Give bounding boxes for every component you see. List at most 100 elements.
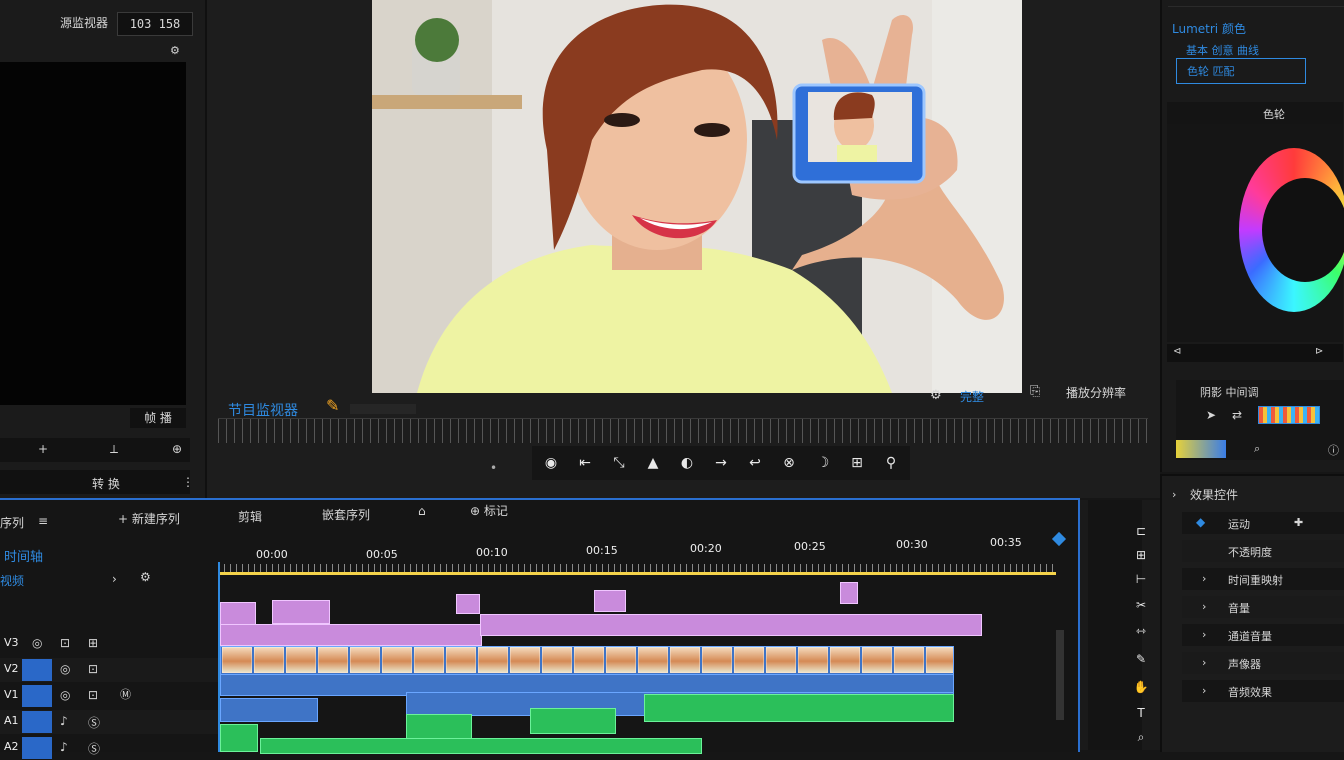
audio-waveform-clip[interactable] <box>220 724 258 752</box>
solo-icon[interactable]: Ⓢ <box>88 740 100 757</box>
color-wheels-header[interactable]: 色轮 <box>1167 102 1343 124</box>
solo-icon[interactable]: Ⓢ <box>88 714 100 731</box>
effect-row-volume[interactable]: › 音量 <box>1182 596 1344 618</box>
lumetri-row1[interactable]: 基本 创意 曲线 <box>1186 42 1259 58</box>
title-clip[interactable] <box>840 582 858 604</box>
timeline-tab-clip[interactable]: 剪辑 <box>238 508 262 525</box>
timeline-tab-marker[interactable]: ⊕ 标记 <box>470 502 508 519</box>
timeline-tab-sequence[interactable]: 序列 <box>0 514 24 531</box>
video-clip[interactable] <box>220 646 954 676</box>
track-header-v2[interactable]: V2 ◎ ⊡ <box>0 658 218 682</box>
audio-waveform-clip[interactable] <box>644 694 954 722</box>
keyframe-icon[interactable]: ◆ <box>1196 515 1205 529</box>
program-zoom-field[interactable] <box>350 404 416 414</box>
timeline-tab-new[interactable]: + 新建序列 <box>118 510 180 527</box>
swap-icon[interactable]: ⇄ <box>1232 408 1242 422</box>
timeline-ruler[interactable]: 00:00 00:05 00:10 00:15 00:20 00:25 00:3… <box>218 536 1054 572</box>
effect-row-motion[interactable]: ◆ 运动 ✚ <box>1182 512 1344 534</box>
arrow-icon[interactable]: ➤ <box>1206 408 1216 422</box>
wrench-icon[interactable]: ✎ <box>326 396 339 415</box>
lock-icon[interactable]: ⊡ <box>88 688 98 702</box>
selection-tool-icon[interactable]: ⊏ <box>1133 524 1149 540</box>
lock-icon[interactable]: ⊡ <box>60 636 70 650</box>
effect-controls-chevron[interactable]: › <box>1172 488 1176 501</box>
source-timecode[interactable]: 103 158 <box>117 12 193 36</box>
timeline-tab-nested[interactable]: 嵌套序列 <box>322 506 370 523</box>
audio-waveform-clip[interactable] <box>530 708 616 734</box>
scrub-mid-icon[interactable]: ⟂ <box>110 442 118 457</box>
effect-add-icon[interactable]: ✚ <box>1294 516 1303 529</box>
loop-button[interactable]: ☽ <box>810 451 836 475</box>
mic-icon[interactable]: ♪ <box>60 714 68 728</box>
audio-waveform-clip[interactable] <box>260 738 702 754</box>
source-footer-label2[interactable]: 转 换 <box>92 475 120 492</box>
graphics-clip[interactable] <box>220 624 482 646</box>
end-marker[interactable] <box>1051 531 1067 547</box>
effect-row-time[interactable]: › 时间重映射 <box>1182 568 1344 590</box>
timeline-scrollbar[interactable] <box>1056 630 1064 720</box>
hand-tool-icon[interactable]: ✋ <box>1133 680 1149 696</box>
timeline-tab-sequence-icon[interactable]: ≡ <box>38 514 48 528</box>
source-scrub-bar[interactable]: + ⟂ ⊕ <box>0 438 190 462</box>
safe-margins-button[interactable]: ⊞ <box>844 451 870 475</box>
effect-row-chevron[interactable]: › <box>1202 572 1206 585</box>
eye-icon[interactable]: ◎ <box>32 636 42 650</box>
effect-row-audio[interactable]: › 音频效果 <box>1182 680 1344 702</box>
zoom-tool-icon[interactable]: ⌕ <box>1133 730 1149 746</box>
extract-button[interactable]: ◐ <box>674 451 700 475</box>
info-icon[interactable]: ⓘ <box>1328 442 1339 458</box>
track-header-a2[interactable]: A2 ♪ Ⓢ <box>0 736 218 760</box>
source-more-icon[interactable]: ⋮ <box>182 475 194 489</box>
title-clip[interactable] <box>220 602 256 626</box>
export-button[interactable]: ⊗ <box>776 451 802 475</box>
step-back-button[interactable]: ⤡ <box>606 451 632 475</box>
marker-button[interactable]: ⚲ <box>878 451 904 475</box>
effect-row-chevron[interactable]: › <box>1202 600 1206 613</box>
track-header-a1[interactable]: A1 ♪ Ⓢ <box>0 710 218 734</box>
source-footer-label[interactable]: 帧 播 <box>130 408 186 428</box>
razor-tool-icon[interactable]: ✂ <box>1133 598 1149 614</box>
color-strip[interactable] <box>1258 406 1320 424</box>
track-chevron-icon[interactable]: › <box>112 572 117 586</box>
source-settings-icon[interactable]: ⚙ <box>170 44 180 57</box>
lock-icon[interactable]: ⊡ <box>88 662 98 676</box>
scrub-left-icon[interactable]: + <box>38 442 48 456</box>
lumetri-tabs[interactable]: 色轮 匹配 <box>1176 58 1306 84</box>
step-forward-button[interactable]: ↩ <box>742 451 768 475</box>
title-clip[interactable] <box>594 590 626 612</box>
target-toggle[interactable] <box>22 711 52 733</box>
audio-clip[interactable] <box>220 698 318 722</box>
track-select-icon[interactable]: ⊞ <box>1133 548 1149 564</box>
target-toggle[interactable] <box>22 659 52 681</box>
effect-row-opacity[interactable]: 不透明度 <box>1182 540 1344 562</box>
play-button[interactable]: → <box>708 451 734 475</box>
track-header-v1[interactable]: V1 ◎ ⊡ Ⓜ <box>0 684 218 708</box>
effect-row-chevron[interactable]: › <box>1202 684 1206 697</box>
target-toggle[interactable] <box>22 685 52 707</box>
ripple-tool-icon[interactable]: ⊢ <box>1133 572 1149 588</box>
eye-icon[interactable]: ◎ <box>60 662 70 676</box>
color-slider[interactable]: ⊲ ⊳ <box>1167 344 1343 362</box>
mark-in-button[interactable]: ◉ <box>538 451 564 475</box>
settings-icon[interactable]: ⚙ <box>930 388 942 403</box>
effect-row-channel[interactable]: › 通道音量 <box>1182 624 1344 646</box>
export-frame-icon[interactable]: ⎘ <box>1030 384 1040 399</box>
title-clip[interactable] <box>272 600 330 624</box>
eyedropper-icon[interactable]: ⌕ <box>1254 442 1260 456</box>
track-settings-icon[interactable]: ⚙ <box>140 570 151 584</box>
sync-icon[interactable]: ⊞ <box>88 636 98 650</box>
target-toggle[interactable] <box>22 737 52 759</box>
effect-row-chevron[interactable]: › <box>1202 628 1206 641</box>
pen-tool-icon[interactable]: ✎ <box>1133 652 1149 668</box>
program-ruler[interactable] <box>218 418 1148 443</box>
track-header-v3[interactable]: V3 ◎ ⊡ ⊞ <box>0 632 218 656</box>
effect-row-chevron[interactable]: › <box>1202 656 1206 669</box>
resolution-value[interactable]: 完整 <box>960 388 984 405</box>
effect-row-panner[interactable]: › 声像器 <box>1182 652 1344 674</box>
title-clip[interactable] <box>456 594 480 614</box>
type-tool-icon[interactable]: T <box>1133 706 1149 722</box>
slip-tool-icon[interactable]: ⇿ <box>1133 624 1149 640</box>
mute-icon[interactable]: Ⓜ <box>120 686 131 702</box>
slider-left-icon[interactable]: ⊲ <box>1173 346 1181 357</box>
eye-icon[interactable]: ◎ <box>60 688 70 702</box>
